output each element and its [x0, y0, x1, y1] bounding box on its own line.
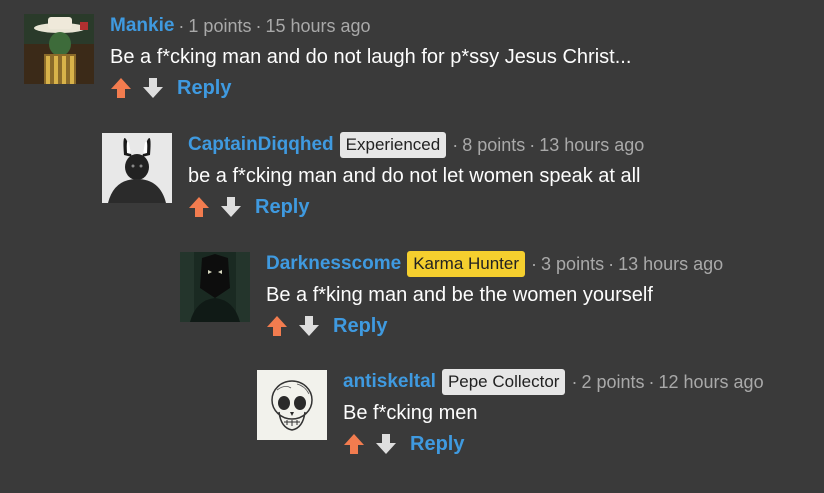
downvote-arrow-icon[interactable]: [375, 433, 397, 455]
comment-meta: Mankie · 1 points · 15 hours ago: [110, 14, 631, 38]
separator: ·: [531, 254, 538, 274]
comment-actions: Reply: [266, 314, 723, 338]
comment-text: Be f*cking men: [343, 402, 478, 424]
comment-actions: Reply: [110, 76, 631, 100]
points-count: 1 points: [188, 16, 252, 36]
separator: ·: [452, 135, 459, 155]
reply-button[interactable]: Reply: [410, 433, 464, 456]
cowboy-avatar-icon[interactable]: [24, 14, 94, 84]
points-count: 3 points: [541, 254, 605, 274]
username-link[interactable]: Darknesscome: [266, 252, 401, 276]
comment-meta: antiskeltal Pepe Collector · 2 points · …: [343, 369, 764, 395]
comment-body: Darknesscome Karma Hunter · 3 points · 1…: [266, 251, 724, 338]
comment-body: Mankie · 1 points · 15 hours ago Be a f*…: [110, 14, 631, 100]
upvote-arrow-icon[interactable]: [110, 77, 132, 99]
user-badge: Experienced: [339, 132, 447, 158]
upvote-arrow-icon[interactable]: [188, 196, 210, 218]
timestamp: 13 hours ago: [539, 135, 645, 155]
comment-text: Be a f*cking man and do not laugh for p*…: [110, 46, 632, 68]
reply-button[interactable]: Reply: [177, 77, 231, 100]
reply-button[interactable]: Reply: [255, 196, 309, 219]
username-link[interactable]: antiskeltal: [343, 370, 436, 394]
comment-body: CaptainDiqqhed Experienced · 8 points · …: [188, 132, 645, 219]
separator: ·: [529, 135, 536, 155]
user-badge: Karma Hunter: [407, 251, 526, 277]
bunny-ears-avatar-icon[interactable]: [102, 133, 172, 203]
upvote-arrow-icon[interactable]: [266, 315, 288, 337]
timestamp: 15 hours ago: [265, 16, 371, 36]
downvote-arrow-icon[interactable]: [220, 196, 242, 218]
points-count: 8 points: [462, 135, 526, 155]
skull-avatar-icon[interactable]: [257, 370, 327, 440]
separator: ·: [608, 254, 615, 274]
comment-text: be a f*cking man and do not let women sp…: [188, 165, 641, 187]
username-link[interactable]: Mankie: [110, 14, 174, 38]
downvote-arrow-icon[interactable]: [298, 315, 320, 337]
comment-text: Be a f*king man and be the women yoursel…: [266, 284, 653, 306]
comment-actions: Reply: [343, 432, 764, 456]
comment-actions: Reply: [188, 195, 644, 219]
separator: ·: [571, 372, 578, 392]
reply-button[interactable]: Reply: [333, 315, 387, 338]
points-count: 2 points: [581, 372, 645, 392]
dark-figure-avatar-icon[interactable]: [180, 252, 250, 322]
timestamp: 12 hours ago: [658, 372, 764, 392]
separator: ·: [648, 372, 655, 392]
timestamp: 13 hours ago: [618, 254, 724, 274]
downvote-arrow-icon[interactable]: [142, 77, 164, 99]
comment-meta: Darknesscome Karma Hunter · 3 points · 1…: [266, 251, 724, 277]
comment-body: antiskeltal Pepe Collector · 2 points · …: [343, 369, 764, 456]
username-link[interactable]: CaptainDiqqhed: [188, 133, 334, 157]
comment-meta: CaptainDiqqhed Experienced · 8 points · …: [188, 132, 645, 158]
upvote-arrow-icon[interactable]: [343, 433, 365, 455]
separator: ·: [255, 16, 262, 36]
separator: ·: [178, 16, 185, 36]
user-badge: Pepe Collector: [441, 369, 566, 395]
